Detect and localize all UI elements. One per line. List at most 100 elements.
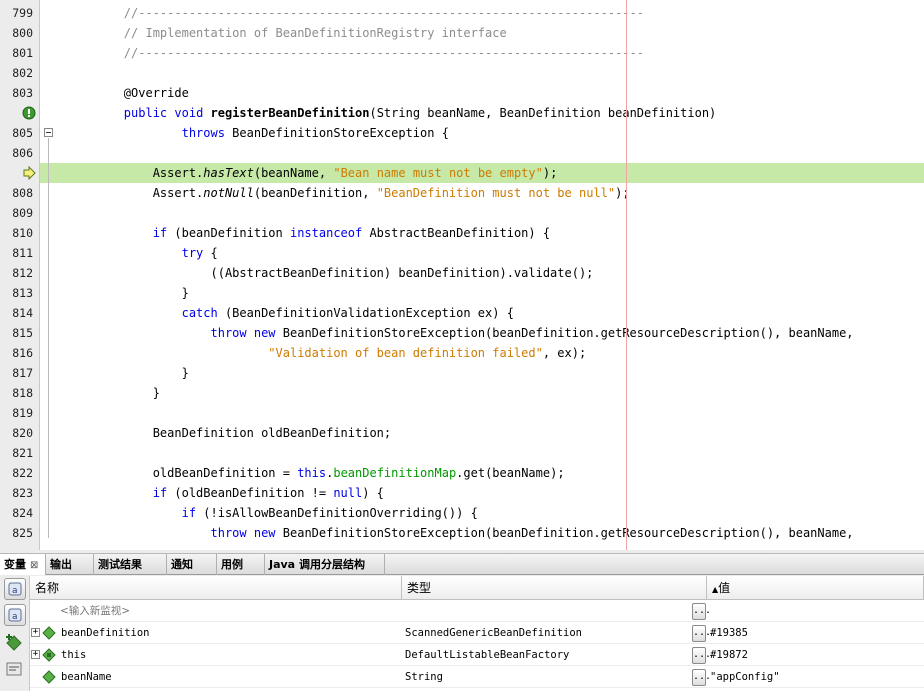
tab-variables-label: 变量 xyxy=(4,558,26,571)
line-number: 800 xyxy=(12,26,33,40)
line-number: 801 xyxy=(12,46,33,60)
line-number: 802 xyxy=(12,66,33,80)
tab-variables[interactable]: 变量 ⊠ xyxy=(0,554,46,575)
variable-name: beanDefinition xyxy=(61,627,150,639)
variable-type: String xyxy=(405,671,443,683)
line-number: 816 xyxy=(12,346,33,360)
new-watch-input[interactable]: <输入新监视> xyxy=(60,600,400,622)
expand-icon[interactable]: + xyxy=(31,650,40,659)
code-token: BeanDefinitionStoreException(beanDefinit… xyxy=(275,326,854,340)
new-watch-icon[interactable] xyxy=(5,634,23,652)
variable-row[interactable]: + beanDefinition ScannedGenericBeanDefinit… xyxy=(30,622,924,644)
ellipsis-button[interactable]: ... xyxy=(692,625,711,642)
code-token: //--------------------------------------… xyxy=(123,46,644,60)
code-line: @Override xyxy=(66,83,924,103)
column-header-type[interactable]: 类型 xyxy=(402,576,707,600)
tab-test-results[interactable]: 测试结果 xyxy=(94,554,167,575)
variable-type: DefaultListableBeanFactory xyxy=(405,649,570,661)
variable-row[interactable]: + this DefaultListableBeanFactory... #19872 xyxy=(30,644,924,666)
code-token: if xyxy=(152,486,168,500)
show-static-button[interactable]: a xyxy=(4,578,26,600)
tab-use-cases-label: 用例 xyxy=(221,558,243,571)
ellipsis-button[interactable]: ... xyxy=(692,647,711,664)
code-line: ((AbstractBeanDefinition) beanDefinition… xyxy=(66,263,924,283)
line-number: 806 xyxy=(12,146,33,160)
code-line: if (!isAllowBeanDefinitionOverriding()) … xyxy=(66,503,924,523)
code-line: // Implementation of BeanDefinitionRegis… xyxy=(66,23,924,43)
code-line: } xyxy=(66,283,924,303)
new-watch-row[interactable]: <输入新监视> ... xyxy=(30,600,924,622)
code-token: throws xyxy=(181,126,225,140)
code-line: throw new BeanDefinitionStoreException(b… xyxy=(66,523,924,543)
code-token: instanceof xyxy=(289,226,363,240)
column-header-value-label: 值 xyxy=(718,581,731,595)
code-token: BeanDefinition oldBeanDefinition; xyxy=(152,426,392,440)
line-number: 803 xyxy=(12,86,33,100)
line-number: 815 xyxy=(12,326,33,340)
ellipsis-button[interactable]: ... xyxy=(692,603,711,620)
code-token: registerBeanDefinition xyxy=(210,106,370,120)
code-line: if (oldBeanDefinition != null) { xyxy=(66,483,924,503)
code-line: throws BeanDefinitionStoreException { xyxy=(66,123,924,143)
svg-text:a: a xyxy=(12,586,18,596)
ellipsis-button[interactable]: ... xyxy=(692,669,711,686)
variables-table: 名称 类型 ▲值 <输入新监视> ... + beanDefinition Scan… xyxy=(30,576,924,691)
line-number: 813 xyxy=(12,286,33,300)
line-number: 822 xyxy=(12,466,33,480)
line-number: 805 xyxy=(12,126,33,140)
code-token: beanDefinitionMap xyxy=(333,466,457,480)
code-token: ); xyxy=(615,186,630,200)
line-number: 812 xyxy=(12,266,33,280)
variable-name: beanName xyxy=(61,671,112,683)
column-header-name-label: 名称 xyxy=(35,581,60,595)
tab-output[interactable]: 输出 xyxy=(46,554,94,575)
code-token: new xyxy=(253,526,276,540)
collapse-fold-icon[interactable] xyxy=(44,128,53,137)
tab-notifications[interactable]: 通知 xyxy=(167,554,217,575)
tab-use-cases[interactable]: 用例 xyxy=(217,554,265,575)
code-token: if xyxy=(181,506,197,520)
column-header-name[interactable]: 名称 xyxy=(30,576,402,600)
code-editor[interactable]: 799 800 801 802 803 805 806 808 809 810 811 812 813 8… xyxy=(0,0,924,550)
code-token: notNull xyxy=(203,186,254,200)
code-token: BeanDefinitionStoreException { xyxy=(224,126,449,140)
variables-toolbar: a a xyxy=(0,576,30,691)
code-token: (beanDefinition xyxy=(167,226,290,240)
line-number: 821 xyxy=(12,446,33,460)
code-area[interactable]: //--------------------------------------… xyxy=(66,0,924,550)
code-token: Assert. xyxy=(152,186,204,200)
tab-java-call-hierarchy-label: Java 调用分层结构 xyxy=(269,558,365,571)
tab-java-call-hierarchy[interactable]: Java 调用分层结构 xyxy=(265,554,385,575)
code-token: (beanDefinition, xyxy=(253,186,377,200)
column-header-type-label: 类型 xyxy=(407,581,432,595)
line-number: 825 xyxy=(12,526,33,540)
show-inherited-button[interactable]: a xyxy=(4,604,26,626)
close-icon[interactable]: ⊠ xyxy=(30,560,38,571)
code-token: //--------------------------------------… xyxy=(123,6,644,20)
evaluate-expression-icon[interactable] xyxy=(5,660,23,678)
override-marker-icon[interactable] xyxy=(22,106,36,120)
variable-field-icon xyxy=(42,626,56,640)
variable-row[interactable]: beanName String... "appConfig" xyxy=(30,666,924,688)
expand-icon[interactable]: + xyxy=(31,628,40,637)
tab-test-results-label: 测试结果 xyxy=(98,558,142,571)
code-token: AbstractBeanDefinition) { xyxy=(362,226,551,240)
line-number: 820 xyxy=(12,426,33,440)
line-number: 818 xyxy=(12,386,33,400)
code-token: "Bean name must not be empty" xyxy=(333,166,543,180)
column-header-value[interactable]: ▲值 xyxy=(707,576,924,600)
code-token: ) { xyxy=(362,486,384,500)
code-token: BeanDefinitionStoreException(beanDefinit… xyxy=(275,526,854,540)
code-line: oldBeanDefinition = this.beanDefinitionM… xyxy=(66,463,924,483)
code-line: Assert.notNull(beanDefinition, "BeanDefi… xyxy=(66,183,924,203)
